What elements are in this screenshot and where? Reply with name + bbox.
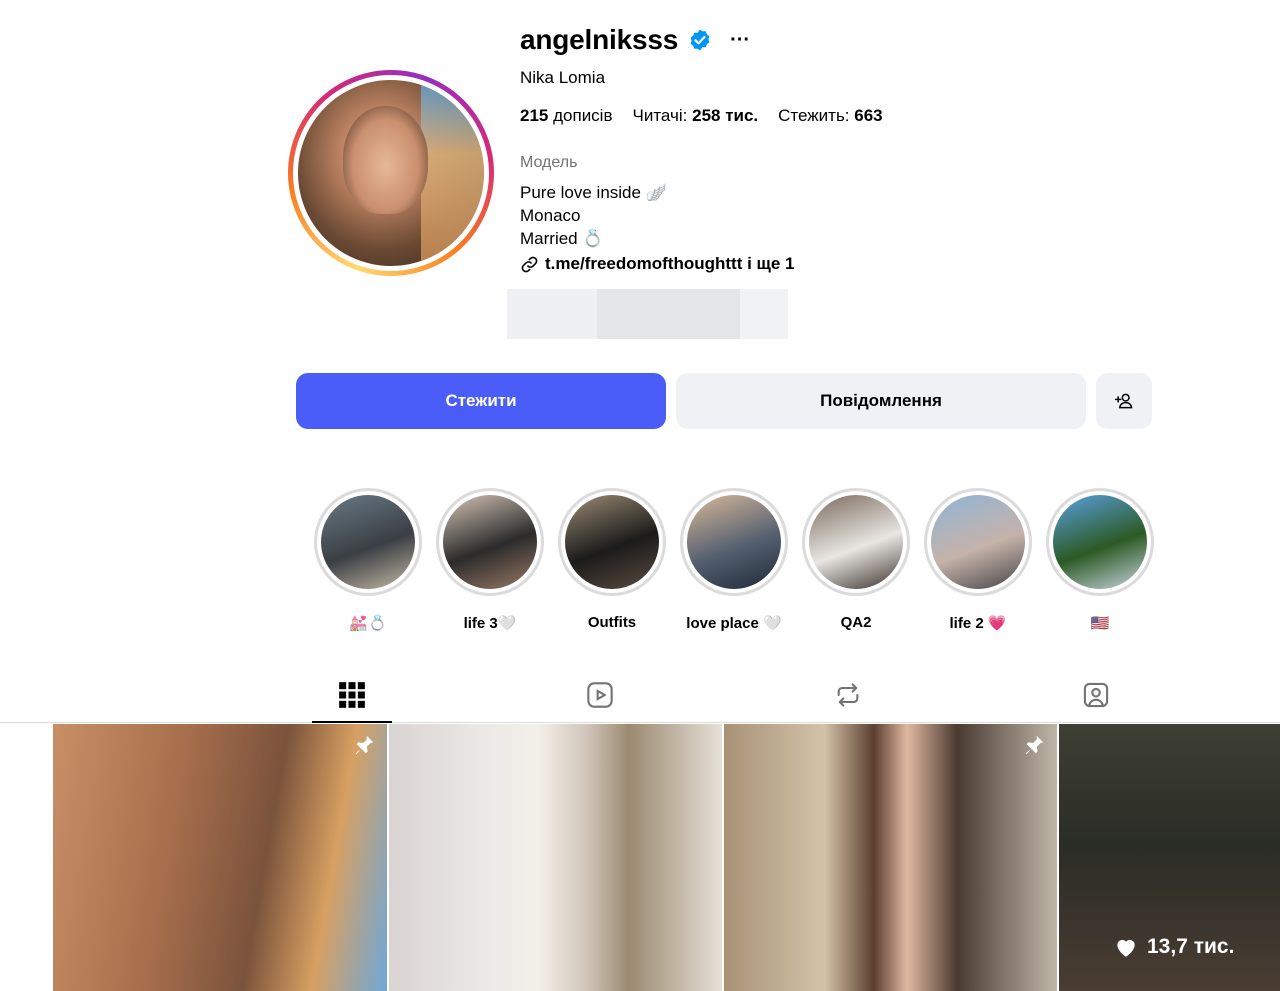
suggested-users-button[interactable] bbox=[1096, 373, 1152, 429]
message-button[interactable]: Повідомлення bbox=[676, 373, 1086, 429]
full-name: Nika Lomia bbox=[520, 68, 606, 87]
reels-icon bbox=[587, 682, 613, 708]
highlight-cover bbox=[809, 495, 903, 589]
posts-count: 215 bbox=[520, 106, 549, 125]
posts-stat: 215 дописів bbox=[520, 106, 613, 126]
highlight-ring bbox=[1046, 488, 1154, 596]
highlight-cover bbox=[687, 495, 781, 589]
username-row: angelniksss ··· bbox=[520, 24, 750, 56]
pinned-icon bbox=[1025, 735, 1044, 755]
highlight-label: 💒💍 bbox=[349, 615, 387, 632]
follow-button[interactable]: Стежити bbox=[296, 373, 666, 429]
highlight-label: 🇺🇸 bbox=[1090, 615, 1110, 632]
verified-badge-icon bbox=[690, 29, 710, 51]
post-tile[interactable] bbox=[724, 724, 1057, 991]
likes-count: 13,7 тис. bbox=[1147, 935, 1235, 958]
highlight-cover bbox=[931, 495, 1025, 589]
highlight-label: life 3🤍 bbox=[463, 615, 517, 632]
more-options-icon[interactable]: ··· bbox=[730, 29, 750, 52]
avatar-frame bbox=[293, 75, 489, 271]
highlight-label: love place 🤍 bbox=[686, 615, 782, 632]
tab-posts[interactable] bbox=[337, 680, 367, 710]
bio-line: Monaco bbox=[520, 206, 581, 225]
highlight-cover bbox=[321, 495, 415, 589]
blurred-mutual-followers bbox=[507, 289, 788, 339]
bio-line: Pure love inside 🪽 bbox=[520, 183, 667, 202]
story-highlight[interactable]: life 3🤍 bbox=[435, 488, 545, 632]
highlight-ring bbox=[924, 488, 1032, 596]
story-highlight[interactable]: Outfits bbox=[557, 488, 667, 631]
highlight-ring bbox=[680, 488, 788, 596]
post-likes-overlay: 13,7 тис. bbox=[1113, 934, 1234, 960]
highlight-ring bbox=[558, 488, 666, 596]
post-tile[interactable]: 13,7 тис. bbox=[1059, 724, 1280, 991]
story-highlight[interactable]: QA2 bbox=[801, 488, 911, 631]
highlight-cover bbox=[1053, 495, 1147, 589]
posts-label: дописів bbox=[553, 106, 613, 125]
grid-icon bbox=[339, 682, 365, 708]
username: angelniksss bbox=[520, 24, 679, 55]
story-highlight[interactable]: 💒💍 bbox=[313, 488, 423, 632]
story-highlight[interactable]: love place 🤍 bbox=[679, 488, 789, 632]
post-tile[interactable] bbox=[389, 724, 722, 991]
pinned-icon bbox=[355, 735, 374, 755]
heart-icon bbox=[1117, 939, 1135, 957]
story-highlight[interactable]: life 2 💗 bbox=[923, 488, 1033, 632]
following-count: 663 bbox=[854, 106, 883, 125]
highlight-label: QA2 bbox=[840, 614, 872, 631]
highlight-ring bbox=[436, 488, 544, 596]
reposts-icon bbox=[837, 683, 859, 707]
following-label: Стежить: bbox=[778, 106, 850, 125]
tab-tagged[interactable] bbox=[1081, 680, 1111, 710]
followers-count: 258 тис. bbox=[692, 106, 759, 125]
link-text: t.me/freedomofthoughttt і ще 1 bbox=[545, 254, 795, 273]
highlight-ring bbox=[802, 488, 910, 596]
highlight-label: Outfits bbox=[587, 614, 637, 631]
following-stat[interactable]: Стежить: 663 bbox=[778, 106, 882, 126]
post-tile[interactable] bbox=[53, 724, 387, 991]
active-tab-indicator bbox=[312, 721, 392, 723]
profile-avatar[interactable] bbox=[288, 70, 494, 276]
tab-reposts[interactable] bbox=[833, 680, 863, 710]
avatar-image bbox=[298, 80, 484, 266]
highlight-ring bbox=[314, 488, 422, 596]
tabs-divider bbox=[0, 722, 1280, 723]
link-icon bbox=[521, 256, 538, 272]
highlight-cover bbox=[443, 495, 537, 589]
tagged-icon bbox=[1083, 682, 1109, 708]
highlight-label: life 2 💗 bbox=[949, 615, 1007, 632]
tab-reels[interactable] bbox=[585, 680, 615, 710]
profile-category: Модель bbox=[520, 154, 578, 171]
story-highlight[interactable]: 🇺🇸 bbox=[1045, 488, 1155, 632]
profile-stats: 215 дописів Читачі: 258 тис. Стежить: 66… bbox=[520, 106, 883, 126]
followers-stat[interactable]: Читачі: 258 тис. bbox=[633, 106, 759, 126]
profile-bio: Pure love inside 🪽 Monaco Married 💍 bbox=[520, 181, 667, 250]
highlight-cover bbox=[565, 495, 659, 589]
bio-line: Married 💍 bbox=[520, 229, 604, 248]
profile-link[interactable]: t.me/freedomofthoughttt і ще 1 bbox=[520, 254, 795, 274]
followers-label: Читачі: bbox=[632, 106, 688, 125]
add-person-icon bbox=[1114, 393, 1133, 409]
